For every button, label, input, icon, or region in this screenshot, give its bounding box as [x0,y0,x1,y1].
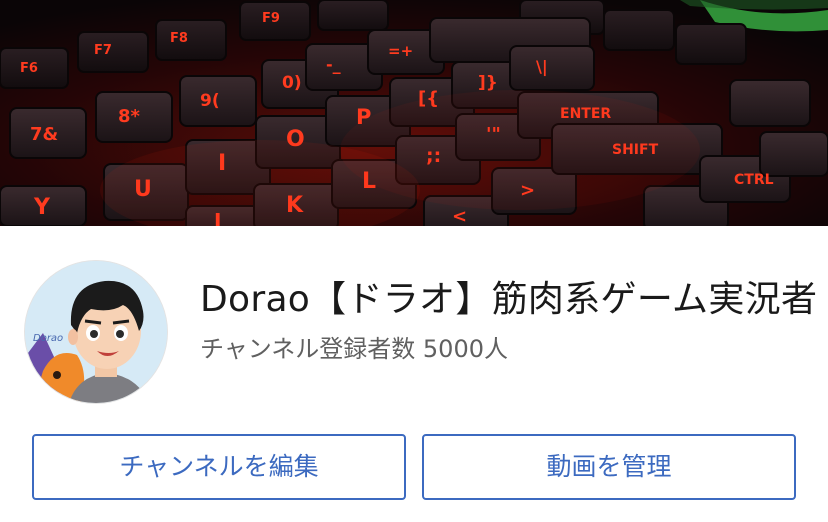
svg-text:7&: 7& [30,124,58,145]
edit-channel-button[interactable]: チャンネルを編集 [32,434,406,500]
svg-text:F8: F8 [170,31,188,46]
svg-text:F9: F9 [262,11,280,26]
subscriber-count: チャンネル登録者数 5000人 [200,335,508,363]
svg-text:0): 0) [282,73,302,93]
svg-text:Y: Y [33,195,51,220]
channel-avatar[interactable]: Dorao [25,261,167,403]
svg-text:8*: 8* [118,106,141,127]
svg-text:=+: =+ [388,42,413,60]
svg-text:CTRL: CTRL [734,172,774,188]
channel-page: F6 F7 F8 F9 7& 8* 9( 0) -_ =+ Y U I O P … [0,0,828,522]
channel-banner: F6 F7 F8 F9 7& 8* 9( 0) -_ =+ Y U I O P … [0,0,828,226]
avatar-illustration: Dorao [25,261,167,403]
svg-text:]}: ]} [478,73,498,93]
keyboard-banner-image: F6 F7 F8 F9 7& 8* 9( 0) -_ =+ Y U I O P … [0,0,828,226]
svg-text:-_: -_ [326,55,341,74]
svg-text:9(: 9( [200,91,220,111]
svg-text:Dorao: Dorao [33,333,63,344]
manage-videos-button[interactable]: 動画を管理 [422,434,796,500]
channel-title: Dorao【ドラオ】筋肉系ゲーム実況者 [200,279,818,320]
svg-text:F6: F6 [20,61,38,76]
svg-text:F7: F7 [94,43,112,58]
svg-text:\|: \| [536,57,548,77]
svg-text:<: < [452,206,467,226]
